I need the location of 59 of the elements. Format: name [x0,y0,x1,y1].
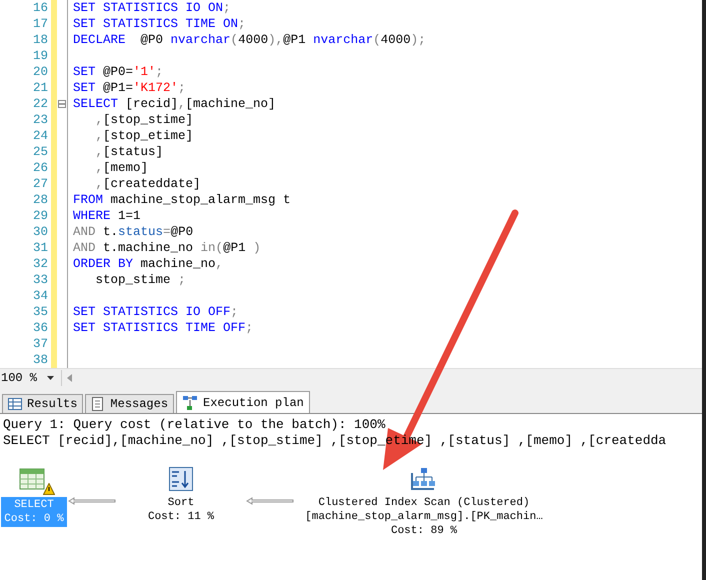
code-line: ,[stop_etime] [94,128,194,144]
code-line: ,[stop_stime] [94,112,194,128]
line-number: 28 [32,192,48,208]
caret-icon [47,376,54,380]
code-line: ,[status] [94,144,164,160]
minus-icon [59,101,65,107]
grid-icon [8,398,22,410]
sort-icon [169,467,193,491]
line-number: 26 [32,160,48,176]
line-number: 18 [32,32,48,48]
line-number: 37 [32,336,48,352]
line-number: 32 [32,256,48,272]
flow-arrow [68,497,116,505]
line-number: 17 [32,16,48,32]
line-number: 36 [32,320,48,336]
line-number: 30 [32,224,48,240]
line-number: 20 [32,64,48,80]
code-line: ,[memo] [94,160,148,176]
document-icon [91,397,106,411]
code-line: AND t.machine_no in(@P1 ) [73,240,261,256]
line-number: 21 [32,80,48,96]
flow-arrow [246,497,294,505]
line-number: 16 [32,0,48,16]
code-line: FROM machine_stop_alarm_msg t [73,192,291,208]
code-line: SET STATISTICS IO OFF; [73,304,238,320]
line-number: 25 [32,144,48,160]
line-number: 35 [32,304,48,320]
code-line: WHERE 1=1 [73,208,141,224]
line-number: 29 [32,208,48,224]
line-number: 24 [32,128,48,144]
plan-node-label[interactable]: Clustered Index Scan (Clustered) [machine_stop_alarm_msg].[PK_machin… Cost: 89 % [302,495,546,539]
result-tab[interactable]: Messages [85,394,174,413]
result-tab[interactable]: Results [2,394,84,413]
code-line: DECLARE @P0 nvarchar(4000),@P1 nvarchar(4000); [73,32,426,48]
code-line: SET STATISTICS TIME ON; [73,16,246,32]
code-line: ,[createddate] [94,176,201,192]
code-line: AND t.status=@P0 [73,224,194,240]
code-line: SET @P0='1'; [73,64,164,80]
zoom-dropdown[interactable]: 100 % [0,370,62,386]
code-line: SELECT [recid],[machine_no] [73,96,276,112]
query-header-text: Query 1: Query cost (relative to the batch): 100% [2,417,386,433]
index-scan-icon [410,467,438,491]
line-number: 22 [32,96,48,112]
code-line: SET STATISTICS IO ON; [73,0,231,16]
result-tab[interactable]: Execution plan [176,391,310,413]
line-number: 38 [32,352,48,368]
line-number: 19 [32,48,48,64]
line-number: 34 [32,288,48,304]
line-number: 27 [32,176,48,192]
code-line: SET @P1='K172'; [73,80,186,96]
code-line: stop_stime ; [94,272,186,288]
plan-tree-icon [182,394,198,410]
line-number: 31 [32,240,48,256]
line-number: 33 [32,272,48,288]
collapse-toggle[interactable] [58,100,66,108]
code-line: ORDER BY machine_no, [73,256,224,272]
code-line: SET STATISTICS TIME OFF; [73,320,254,336]
line-number: 23 [32,112,48,128]
plan-node-label[interactable]: Sort Cost: 11 % [144,495,217,525]
